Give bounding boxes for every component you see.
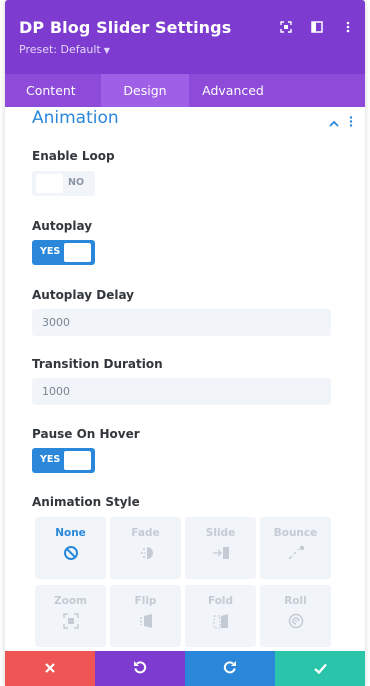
section-title: Animation — [32, 108, 119, 128]
animation-option-bounce[interactable]: Bounce — [260, 517, 331, 579]
settings-modal: DP Blog Slider Settings Preset: Default ▼… — [5, 0, 365, 686]
split-view-icon[interactable] — [310, 20, 324, 34]
tab-design[interactable]: Design — [101, 74, 189, 107]
tab-content[interactable]: Content — [5, 74, 101, 107]
transition-duration-label: Transition Duration — [32, 357, 163, 371]
section-header[interactable]: Animation — [32, 107, 353, 131]
tab-advanced[interactable]: Advanced — [189, 74, 277, 107]
section-more-icon[interactable] — [349, 112, 353, 131]
autoplay-delay-input[interactable]: 3000 — [32, 309, 331, 336]
modal-footer — [5, 651, 365, 686]
option-label: Bounce — [273, 527, 318, 539]
caret-down-icon: ▼ — [103, 46, 110, 55]
toggle-state: NO — [68, 177, 85, 188]
fade-icon — [110, 544, 181, 562]
enable-loop-toggle[interactable]: NO — [32, 171, 95, 196]
slide-icon — [185, 544, 256, 562]
autoplay-toggle[interactable]: YES — [32, 240, 95, 265]
animation-style-label: Animation Style — [32, 495, 140, 509]
discard-button[interactable] — [5, 651, 95, 686]
animation-option-zoom[interactable]: Zoom — [35, 585, 106, 647]
autoplay-label: Autoplay — [32, 219, 93, 233]
toggle-knob — [64, 451, 91, 470]
option-label: Flip — [134, 595, 157, 607]
animation-option-slide[interactable]: Slide — [185, 517, 256, 579]
enable-loop-label: Enable Loop — [32, 149, 115, 163]
pause-on-hover-label: Pause On Hover — [32, 427, 140, 441]
chevron-up-icon[interactable] — [329, 112, 339, 131]
flip-icon — [110, 612, 181, 630]
animation-option-fade[interactable]: Fade — [110, 517, 181, 579]
roll-icon — [260, 612, 331, 630]
redo-button[interactable] — [185, 651, 275, 686]
settings-content: Animation Enable Loop NO Autoplay YES Au… — [5, 107, 365, 651]
option-label: Roll — [284, 595, 307, 607]
close-icon — [44, 659, 56, 678]
toggle-knob — [36, 174, 63, 193]
transition-duration-input[interactable]: 1000 — [32, 378, 331, 405]
preset-selector[interactable]: Preset: Default ▼ — [19, 43, 110, 56]
option-label: None — [55, 527, 86, 539]
animation-option-roll[interactable]: Roll — [260, 585, 331, 647]
option-label: Zoom — [54, 595, 87, 607]
redo-icon — [223, 659, 237, 678]
pause-on-hover-toggle[interactable]: YES — [32, 448, 95, 473]
option-label: Fold — [207, 595, 234, 607]
check-icon — [313, 659, 327, 678]
option-label: Slide — [205, 527, 236, 539]
tab-bar: Content Design Advanced — [5, 74, 365, 107]
modal-title: DP Blog Slider Settings — [19, 18, 232, 37]
toggle-state: YES — [40, 246, 61, 257]
bounce-icon — [260, 544, 331, 562]
fold-icon — [185, 612, 256, 630]
undo-button[interactable] — [95, 651, 185, 686]
more-options-icon[interactable] — [341, 20, 355, 34]
toggle-state: YES — [40, 454, 61, 465]
fullscreen-icon[interactable] — [279, 20, 293, 34]
none-icon — [35, 544, 106, 562]
toggle-knob — [64, 243, 91, 262]
option-label: Fade — [131, 527, 160, 539]
header-icons — [279, 20, 355, 34]
save-button[interactable] — [275, 651, 365, 686]
undo-icon — [133, 659, 147, 678]
animation-option-none[interactable]: None — [35, 517, 106, 579]
modal-header: DP Blog Slider Settings Preset: Default ▼ — [5, 0, 365, 74]
preset-label: Preset: Default — [19, 43, 101, 56]
animation-option-flip[interactable]: Flip — [110, 585, 181, 647]
animation-option-fold[interactable]: Fold — [185, 585, 256, 647]
zoom-icon — [35, 612, 106, 630]
section-icons — [329, 112, 353, 131]
autoplay-delay-label: Autoplay Delay — [32, 288, 135, 302]
